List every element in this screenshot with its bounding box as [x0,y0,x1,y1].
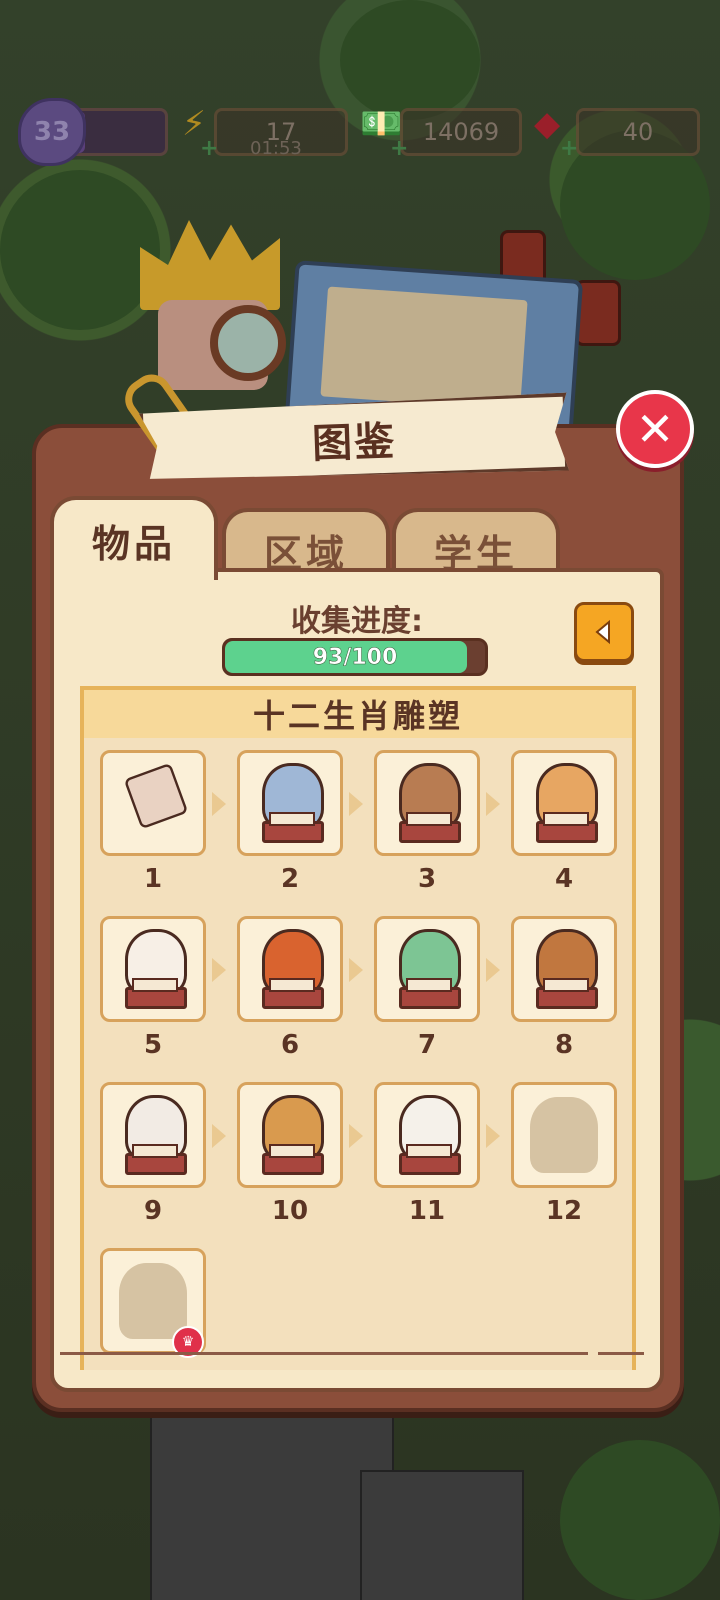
collection-item-ox-statue[interactable] [374,750,480,856]
pedestal-icon [536,978,598,1009]
item-number: 2 [280,864,300,894]
close-button[interactable]: ✕ [616,390,694,468]
item-number: 5 [143,1030,163,1060]
collection-item-rat-statue[interactable] [237,750,343,856]
collection-item-rabbit-statue[interactable] [100,916,206,1022]
collection-item-dragon-statue[interactable] [237,916,343,1022]
progression-arrow-icon [212,1124,226,1148]
progression-arrow-icon [486,958,500,982]
collection-progress-bar: 93/100 [222,638,488,676]
progression-arrow-icon [212,958,226,982]
collection-item-sheep-statue[interactable] [100,1082,206,1188]
player-level-badge[interactable]: 33 [18,98,86,166]
progression-arrow-icon [349,792,363,816]
cash-counter[interactable]: 14069 [400,108,522,156]
gems-counter[interactable]: 40 [576,108,700,156]
collection-item-rooster-statue[interactable] [374,1082,480,1188]
gems-value: 40 [622,118,654,146]
player-level: 33 [33,117,71,147]
panel-title: 图鉴 [311,418,397,468]
tab-content: 收集进度: 93/100 十二生肖雕塑 1 2 3 4 5 6 7 8 9 10 11 12 ♛ [50,568,664,1392]
add-gems-button[interactable]: + [560,136,578,161]
set-title: 十二生肖雕塑 [84,690,632,738]
pedestal-icon [399,812,461,843]
clay-pieces-icon [123,762,189,830]
item-number: 4 [554,864,574,894]
resource-bar: 33 ⚡ + 17 01:53 💵 + 14069 ◆ + 40 [0,98,720,166]
item-number: 12 [545,1196,583,1226]
item-number: 7 [417,1030,437,1060]
pedestal-icon [399,1144,461,1175]
close-icon: ✕ [635,402,675,456]
item-number: 8 [554,1030,574,1060]
add-cash-button[interactable]: + [390,136,408,161]
item-number: 3 [417,864,437,894]
zodiac-statue-set: 十二生肖雕塑 1 2 3 4 5 6 7 8 9 10 11 12 ♛ [80,686,636,1370]
progression-arrow-icon [486,792,500,816]
scroll-indicator-track [60,1352,588,1355]
tab-items[interactable]: 物品 [50,496,218,580]
item-number: 9 [143,1196,163,1226]
progression-arrow-icon [349,958,363,982]
pedestal-icon [262,978,324,1009]
pedestal-icon [262,1144,324,1175]
item-number: 10 [271,1196,309,1226]
add-energy-button[interactable]: + [200,136,218,161]
locked-silhouette-icon [119,1263,187,1339]
pedestal-icon [125,1144,187,1175]
pedestal-icon [399,978,461,1009]
locked-silhouette-icon [530,1097,598,1173]
pedestal-icon [125,978,187,1009]
item-number: 11 [408,1196,446,1226]
pedestal-icon [262,812,324,843]
progression-arrow-icon [212,792,226,816]
item-number: 1 [143,864,163,894]
scroll-indicator-thumb[interactable] [598,1352,644,1355]
collection-progress-text: 93/100 [312,644,398,670]
collection-item-horse-statue[interactable] [511,916,617,1022]
collection-item-clay-pieces[interactable] [100,750,206,856]
collection-item-tiger-statue[interactable] [511,750,617,856]
tab-items-label: 物品 [91,521,176,566]
progression-arrow-icon [349,1124,363,1148]
gem-icon: ◆ [534,104,561,144]
energy-timer: 01:53 [250,138,302,159]
collection-item-snake-statue[interactable] [374,916,480,1022]
collection-item-dog-statue-locked[interactable] [511,1082,617,1188]
cash-value: 14069 [422,118,500,146]
progression-arrow-icon [486,1124,500,1148]
magnifier-icon [210,305,286,381]
collection-progress-label: 收集进度: [291,604,423,639]
pedestal-icon [536,812,598,843]
collection-item-monkey-statue[interactable] [237,1082,343,1188]
triangle-left-icon [595,619,610,645]
collapse-button[interactable] [574,602,634,662]
item-number: 6 [280,1030,300,1060]
